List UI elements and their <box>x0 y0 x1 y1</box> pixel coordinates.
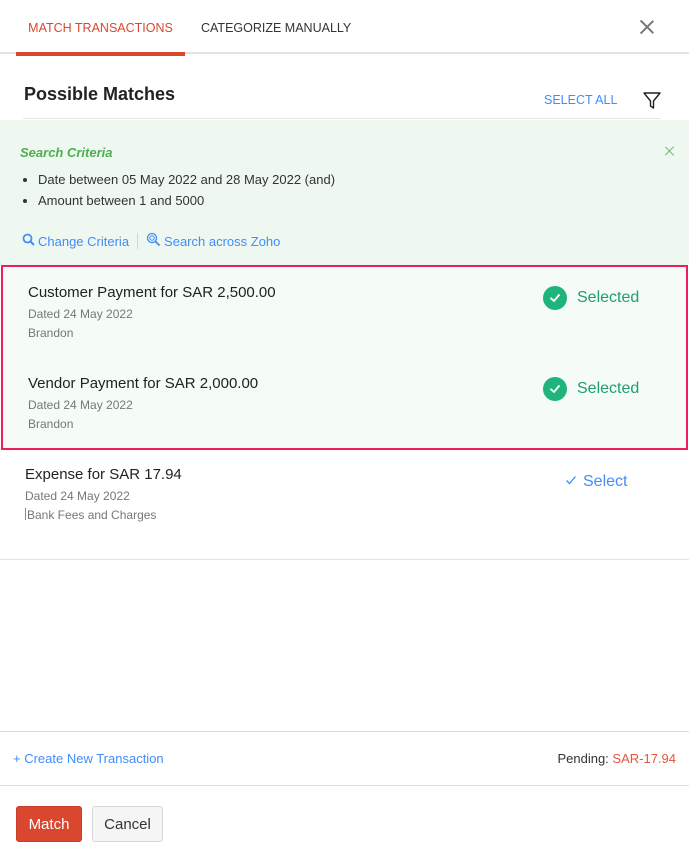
select-label: Select <box>583 473 628 490</box>
criteria-item: Amount between 1 and 5000 <box>38 192 335 213</box>
transaction-list: Expense for SAR 17.94 Dated 24 May 2022 … <box>0 450 689 560</box>
pending-value: SAR-17.94 <box>612 751 676 766</box>
transaction-title: Vendor Payment for SAR 2,000.00 <box>28 375 259 392</box>
divider <box>23 118 661 119</box>
footer-bar: + Create New Transaction Pending: SAR-17… <box>0 731 689 786</box>
transaction-contact: Brandon <box>28 326 74 340</box>
selected-transactions: Customer Payment for SAR 2,500.00 Dated … <box>1 265 688 450</box>
selected-label: Selected <box>577 289 640 306</box>
match-button[interactable]: Match <box>16 806 82 842</box>
search-criteria-panel: Search Criteria Date between 05 May 2022… <box>0 120 689 265</box>
check-icon <box>565 473 583 491</box>
criteria-item: Date between 05 May 2022 and 28 May 2022… <box>38 171 335 192</box>
transaction-title: Customer Payment for SAR 2,500.00 <box>28 284 276 301</box>
transaction-item[interactable]: Expense for SAR 17.94 Dated 24 May 2022 … <box>0 466 689 546</box>
tab-categorize-manually[interactable]: CATEGORIZE MANUALLY <box>201 0 351 54</box>
transaction-item[interactable]: Customer Payment for SAR 2,500.00 Dated … <box>3 284 686 364</box>
matches-header: Possible Matches SELECT ALL <box>0 56 689 119</box>
check-circle-icon <box>543 286 567 310</box>
divider <box>137 233 139 249</box>
global-search-icon <box>146 232 164 250</box>
select-button[interactable]: Select <box>565 473 627 491</box>
page-title: Possible Matches <box>24 84 176 104</box>
search-across-zoho-label: Search across Zoho <box>164 233 281 249</box>
transaction-date: Dated 24 May 2022 <box>28 307 133 321</box>
select-all-button[interactable]: SELECT ALL <box>544 93 617 107</box>
account-label: Bank Fees and Charges <box>27 508 157 522</box>
pending-amount: Pending: SAR-17.94 <box>557 751 676 766</box>
change-criteria-link[interactable]: Change Criteria <box>22 233 129 249</box>
filter-icon[interactable] <box>641 89 663 111</box>
change-criteria-label: Change Criteria <box>38 233 130 249</box>
transaction-item[interactable]: Vendor Payment for SAR 2,000.00 Dated 24… <box>3 375 686 455</box>
tab-bar: MATCH TRANSACTIONS CATEGORIZE MANUALLY <box>0 0 689 56</box>
transaction-date: Dated 24 May 2022 <box>25 489 130 503</box>
check-circle-icon <box>543 377 567 401</box>
tab-match-transactions[interactable]: MATCH TRANSACTIONS <box>16 0 185 56</box>
text-cursor <box>25 508 26 520</box>
close-icon[interactable] <box>636 16 658 38</box>
search-across-zoho-link[interactable]: Search across Zoho <box>146 232 280 250</box>
selected-toggle[interactable]: Selected <box>543 377 639 401</box>
create-new-transaction-link[interactable]: + Create New Transaction <box>13 751 164 766</box>
pending-label: Pending: <box>557 751 613 766</box>
selected-label: Selected <box>577 380 640 397</box>
transaction-date: Dated 24 May 2022 <box>28 398 133 412</box>
transaction-account: Bank Fees and Charges <box>25 508 156 522</box>
selected-toggle[interactable]: Selected <box>543 286 639 310</box>
transaction-title: Expense for SAR 17.94 <box>25 466 182 483</box>
criteria-title: Search Criteria <box>20 145 113 160</box>
close-criteria-icon[interactable] <box>664 145 676 157</box>
transaction-contact: Brandon <box>28 417 74 431</box>
criteria-actions: Change Criteria Search across Zoho <box>22 232 280 250</box>
search-icon <box>22 233 38 249</box>
criteria-list: Date between 05 May 2022 and 28 May 2022… <box>38 171 335 213</box>
cancel-button[interactable]: Cancel <box>92 806 163 842</box>
